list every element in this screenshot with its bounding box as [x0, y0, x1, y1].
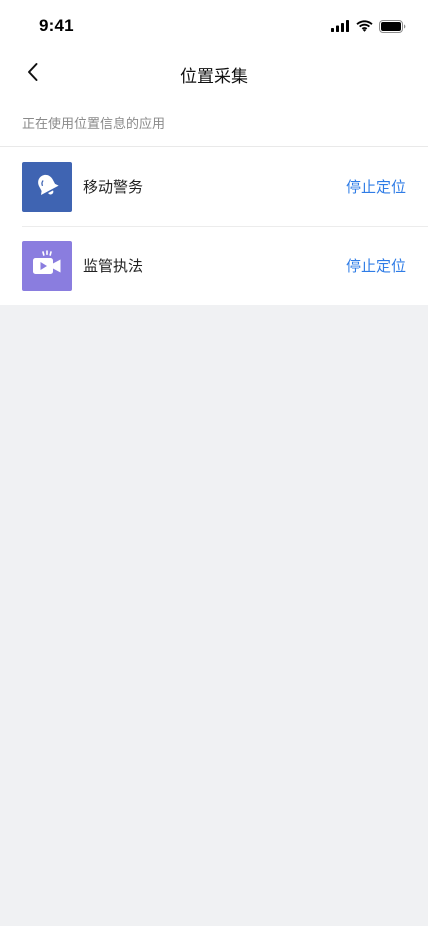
app-name: 移动警务	[83, 178, 144, 196]
app-icon-mobile-police	[22, 161, 72, 212]
app-name: 监管执法	[83, 257, 144, 275]
video-camera-icon	[31, 249, 63, 282]
chevron-left-icon	[26, 62, 40, 86]
status-icons	[331, 19, 406, 33]
page-title: 位置采集	[180, 66, 248, 87]
app-list: 移动警务 停止定位 监管执法 停止定位	[0, 147, 428, 305]
stop-location-button[interactable]: 停止定位	[346, 255, 406, 276]
app-icon-supervision	[22, 240, 72, 291]
stop-location-button[interactable]: 停止定位	[346, 176, 406, 197]
section-header: 正在使用位置信息的应用	[0, 96, 428, 147]
battery-icon	[379, 19, 406, 33]
bell-icon	[32, 171, 62, 203]
status-time: 9:41	[39, 16, 74, 35]
location-collection-screen: 9:41 位置采集 正在使用位置信息的应用 移动警务 停止定位 监管执法 停止定…	[0, 0, 428, 926]
status-bar: 9:41	[0, 0, 428, 52]
list-item: 监管执法 停止定位	[0, 226, 428, 305]
content-panel: 9:41 位置采集 正在使用位置信息的应用 移动警务 停止定位 监管执法 停止定…	[0, 0, 428, 305]
list-item: 移动警务 停止定位	[0, 147, 428, 226]
back-button[interactable]	[18, 59, 48, 89]
wifi-icon	[356, 20, 373, 32]
nav-bar: 位置采集	[0, 52, 428, 96]
section-header-label: 正在使用位置信息的应用	[22, 117, 166, 132]
cellular-signal-icon	[331, 20, 350, 32]
